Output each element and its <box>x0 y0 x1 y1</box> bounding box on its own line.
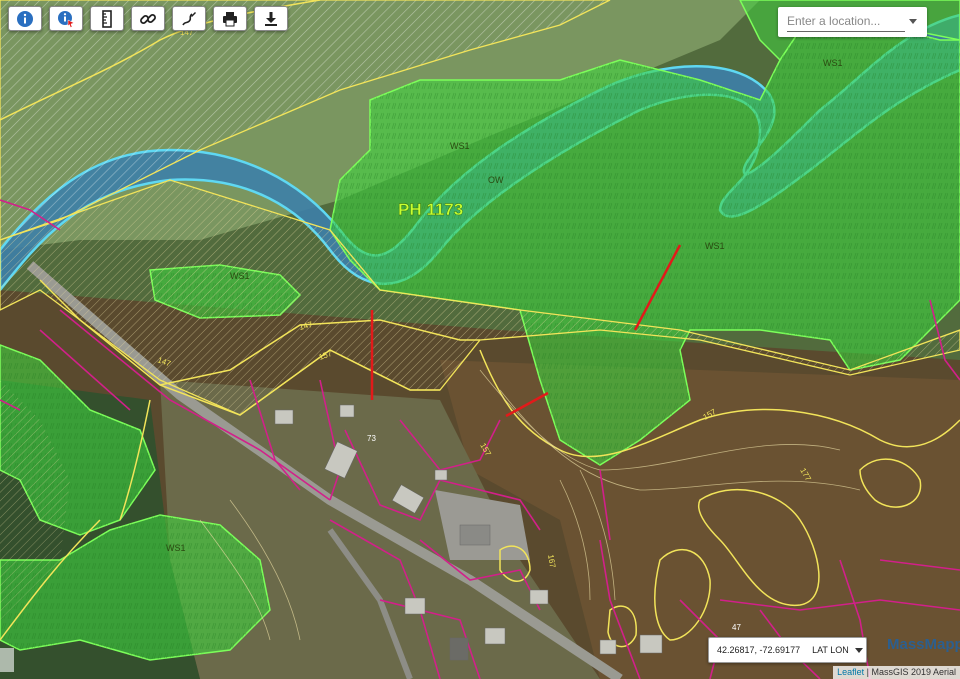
ws1-label-c: WS1 <box>705 241 725 251</box>
chevron-down-icon[interactable] <box>854 647 863 653</box>
ws1-label-b: WS1 <box>230 271 250 281</box>
ruler-icon <box>102 9 112 28</box>
measure-button[interactable] <box>90 6 124 31</box>
ws1-label-a: WS1 <box>450 141 470 151</box>
parcel-number-73: 73 <box>367 434 376 443</box>
location-search-input[interactable] <box>787 11 905 32</box>
coordinate-mode-select[interactable]: LAT LON <box>812 645 849 655</box>
map-canvas[interactable]: PH 1173 WS1 WS1 WS1 WS1 WS1 OW 147 147 1… <box>0 0 960 679</box>
ow-label: OW <box>488 175 504 185</box>
leaflet-link[interactable]: Leaflet <box>837 667 864 677</box>
map-attribution: Leaflet | MassGIS 2019 Aerial <box>833 666 960 679</box>
chevron-down-icon[interactable] <box>909 19 917 24</box>
info-cursor-icon <box>58 10 75 28</box>
draw-button[interactable] <box>172 6 206 31</box>
location-search <box>778 7 927 37</box>
brand-logo: MassMapp <box>887 636 960 653</box>
download-icon <box>265 11 277 26</box>
coordinate-value: 42.26817, -72.69177 <box>717 645 801 655</box>
link-button[interactable] <box>131 6 165 31</box>
zoom-control-edge[interactable] <box>0 648 14 672</box>
identify-button[interactable] <box>49 6 83 31</box>
info-icon <box>17 10 33 27</box>
download-button[interactable] <box>254 6 288 31</box>
map-toolbar <box>8 6 288 31</box>
parcel-number-47: 47 <box>732 623 741 632</box>
ws1-label-d: WS1 <box>823 58 843 68</box>
attribution-source: MassGIS 2019 Aerial <box>871 667 956 677</box>
ws1-label-e: WS1 <box>166 543 186 553</box>
coordinate-readout: 42.26817, -72.69177 LAT LON <box>708 637 867 663</box>
info-button[interactable] <box>8 6 42 31</box>
parcel-label: PH 1173 <box>398 200 463 219</box>
print-button[interactable] <box>213 6 247 31</box>
printer-icon <box>223 11 237 26</box>
pen-icon <box>182 11 196 25</box>
link-icon <box>140 13 156 24</box>
